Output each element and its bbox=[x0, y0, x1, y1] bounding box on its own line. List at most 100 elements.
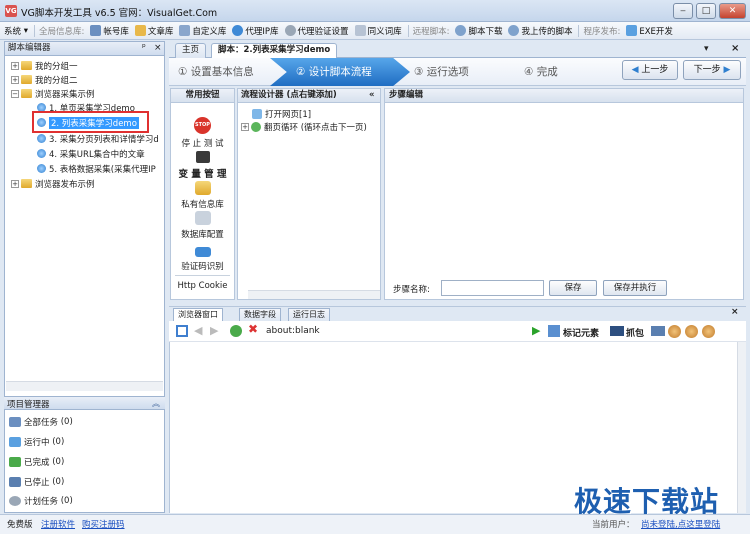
mark-elements-icon bbox=[548, 325, 560, 337]
tab-browser-window[interactable]: 浏览器窗口 bbox=[173, 308, 223, 322]
tree-label: 3. 采集分页列表和详情学习d bbox=[49, 134, 159, 145]
maximize-button[interactable]: □ bbox=[696, 3, 716, 19]
flow-node-page-loop[interactable]: + 翻页循环 (循环点击下一页) bbox=[241, 120, 367, 133]
address-bar[interactable]: about:blank bbox=[266, 326, 320, 336]
forward-arrow-icon[interactable]: ▶ bbox=[210, 324, 218, 337]
mark-elements-button[interactable]: 标记元素 bbox=[563, 326, 599, 339]
my-upload-button[interactable]: 我上传的脚本 bbox=[508, 25, 572, 37]
project-completed[interactable]: 已完成 (0) bbox=[9, 456, 64, 468]
tree-item-3[interactable]: 3. 采集分页列表和详情学习d bbox=[37, 132, 159, 145]
system-menu[interactable]: 系统 ▾ bbox=[4, 25, 28, 37]
next-step-button[interactable]: 下一步 ▶ bbox=[683, 60, 741, 80]
login-link[interactable]: 尚未登陆,点这里登陆 bbox=[641, 518, 720, 530]
global-info-label: 全局信息库: bbox=[38, 26, 85, 37]
tab-run-log[interactable]: 运行日志 bbox=[288, 308, 330, 322]
current-user-label: 当前用户： bbox=[592, 520, 635, 530]
private-lib-button[interactable]: 私有信息库 bbox=[171, 181, 234, 210]
tree-group-browser-samples[interactable]: − 浏览器采集示例 bbox=[11, 87, 95, 100]
tree-group-2[interactable]: + 我的分组二 bbox=[11, 73, 78, 86]
minimize-button[interactable]: ‒ bbox=[673, 3, 693, 19]
project-stopped[interactable]: 已停止 (0) bbox=[9, 476, 64, 488]
toolbar-separator bbox=[407, 24, 409, 37]
tab-data-fields[interactable]: 数据字段 bbox=[239, 308, 281, 322]
clock-icon bbox=[9, 496, 21, 506]
prev-step-button[interactable]: ◀ 上一步 bbox=[622, 60, 678, 80]
flow-node-open-page[interactable]: 打开网页[1] bbox=[252, 107, 311, 120]
close-icon[interactable]: × bbox=[154, 42, 162, 55]
wizard-step-3[interactable]: ③ 运行选项 bbox=[414, 64, 469, 79]
article-lib-button[interactable]: 文章库 bbox=[134, 25, 174, 37]
collapse-panel-icon[interactable]: « bbox=[369, 89, 375, 102]
proxy-verify-button[interactable]: 代理验证设置 bbox=[284, 25, 349, 37]
stop-x-icon[interactable]: ✖ bbox=[248, 322, 258, 336]
tree-group-1[interactable]: + 我的分组一 bbox=[11, 59, 78, 72]
cookie-clear-icon[interactable] bbox=[702, 325, 715, 338]
wizard-step-4[interactable]: ④ 完成 bbox=[524, 64, 558, 79]
wizard-step-1[interactable]: ① 设置基本信息 bbox=[178, 64, 254, 79]
article-lib-label: 文章库 bbox=[147, 26, 174, 37]
horizontal-scrollbar[interactable] bbox=[248, 290, 380, 299]
exe-dev-button[interactable]: EXE开发 bbox=[626, 25, 673, 37]
cookie-edit-icon[interactable] bbox=[685, 325, 698, 338]
tab-home[interactable]: 主页 bbox=[175, 43, 207, 58]
project-label: 运行中 bbox=[24, 438, 50, 448]
buy-code-link[interactable]: 购买注册码 bbox=[82, 518, 125, 530]
main-toolbar: 系统 ▾ 全局信息库: 帐号库 文章库 自定义库 代理IP库 代理验证设置 同义… bbox=[0, 22, 750, 40]
save-and-run-button[interactable]: 保存并执行 bbox=[603, 280, 667, 296]
wizard-step-2[interactable]: ② 设计脚本流程 bbox=[296, 64, 372, 79]
project-scheduled[interactable]: 计划任务 (0) bbox=[9, 495, 73, 507]
tab-script[interactable]: 脚本：2.列表采集学习demo bbox=[211, 43, 338, 59]
browser-tabs: 浏览器窗口 数据字段 运行日志 × bbox=[169, 306, 746, 322]
expand-icon[interactable]: + bbox=[11, 61, 19, 70]
synonym-icon bbox=[354, 25, 366, 36]
script-editor-title: 脚本编辑器 bbox=[8, 43, 51, 53]
close-tab-icon[interactable]: × bbox=[731, 43, 739, 54]
collapse-icon[interactable]: − bbox=[11, 89, 19, 98]
back-arrow-icon[interactable]: ◀ bbox=[194, 324, 202, 337]
gear-icon bbox=[284, 25, 296, 36]
tree-item-4[interactable]: 4. 采集URL集合中的文章 bbox=[37, 147, 145, 160]
project-all-tasks[interactable]: 全部任务 (0) bbox=[9, 416, 73, 428]
refresh-icon[interactable] bbox=[230, 325, 242, 337]
horizontal-scrollbar[interactable] bbox=[6, 381, 163, 391]
tree-item-5[interactable]: 5. 表格数据采集(采集代理IP bbox=[37, 162, 156, 175]
project-running[interactable]: 运行中 (0) bbox=[9, 436, 64, 448]
variable-manager-button[interactable]: 变 量 管 理 bbox=[171, 151, 234, 180]
database-config-button[interactable]: 数据库配置 bbox=[171, 211, 234, 240]
stop-test-button[interactable]: STOP 停 止 测 试 bbox=[171, 117, 234, 149]
expand-icon[interactable]: + bbox=[11, 179, 19, 188]
step-name-input[interactable] bbox=[441, 280, 544, 296]
captcha-button[interactable]: 验证码识别 bbox=[171, 247, 234, 272]
cookie-icon[interactable] bbox=[668, 325, 681, 338]
tab-dropdown-icon[interactable]: ▾ bbox=[704, 44, 709, 54]
http-cookie-button[interactable]: Http Cookie bbox=[171, 281, 234, 291]
capture-button[interactable]: 抓包 bbox=[626, 326, 644, 339]
account-lib-button[interactable]: 帐号库 bbox=[90, 25, 129, 37]
register-link[interactable]: 注册软件 bbox=[41, 518, 75, 530]
vertical-scrollbar[interactable] bbox=[737, 342, 746, 513]
close-browser-icon[interactable]: × bbox=[731, 307, 739, 317]
fullscreen-icon[interactable] bbox=[176, 325, 188, 337]
close-window-button[interactable]: ✕ bbox=[719, 3, 746, 19]
expand-icon[interactable]: + bbox=[241, 122, 249, 131]
tree-group-publish-samples[interactable]: + 浏览器发布示例 bbox=[11, 177, 95, 190]
synonym-lib-button[interactable]: 同义词库 bbox=[354, 25, 402, 37]
project-label: 已完成 bbox=[24, 458, 50, 468]
expand-icon[interactable]: + bbox=[11, 75, 19, 84]
article-icon bbox=[134, 25, 146, 36]
arrow-left-icon: ◀ bbox=[631, 65, 639, 75]
exe-icon bbox=[626, 25, 638, 36]
custom-lib-button[interactable]: 自定义库 bbox=[179, 25, 226, 37]
loop-icon bbox=[251, 121, 261, 132]
html-icon[interactable] bbox=[651, 326, 665, 336]
collapse-icon[interactable]: ︽ bbox=[152, 398, 160, 409]
project-count: (0) bbox=[60, 417, 73, 427]
tree-label: 浏览器发布示例 bbox=[35, 179, 95, 190]
script-download-button[interactable]: 脚本下载 bbox=[455, 25, 502, 37]
save-button[interactable]: 保存 bbox=[549, 280, 597, 296]
document-tabs: 主页 脚本：2.列表采集学习demo ▾ × bbox=[169, 41, 746, 59]
go-arrow-icon[interactable]: ▶ bbox=[532, 324, 540, 337]
stop-icon: STOP bbox=[194, 117, 211, 134]
proxy-ip-button[interactable]: 代理IP库 bbox=[232, 25, 279, 37]
pin-icon[interactable]: ᵖ bbox=[142, 42, 146, 55]
